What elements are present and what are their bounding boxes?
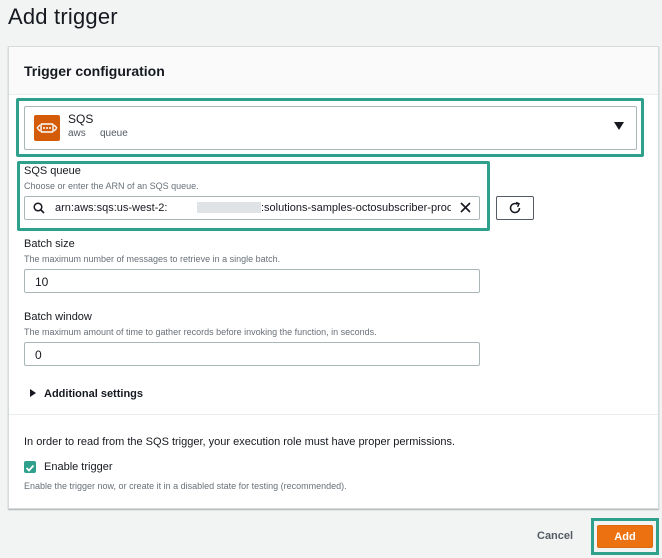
trigger-name: SQS xyxy=(68,112,94,126)
sqs-queue-label: SQS queue xyxy=(24,165,81,177)
chevron-down-icon xyxy=(614,122,624,130)
redaction-block xyxy=(197,202,261,213)
check-icon xyxy=(25,464,35,472)
enable-trigger-description: Enable the trigger now, or create it in … xyxy=(24,481,347,491)
cancel-button[interactable]: Cancel xyxy=(537,530,573,542)
batch-size-input[interactable]: 10 xyxy=(24,269,480,293)
sqs-queue-description: Choose or enter the ARN of an SQS queue. xyxy=(24,181,199,191)
add-button-highlight: Add xyxy=(591,518,659,555)
batch-size-description: The maximum number of messages to retrie… xyxy=(24,254,281,264)
add-button[interactable]: Add xyxy=(597,525,653,548)
trigger-tag-aws: aws xyxy=(68,128,86,139)
batch-window-description: The maximum amount of time to gather rec… xyxy=(24,327,377,337)
sqs-icon xyxy=(34,115,60,141)
search-icon xyxy=(33,202,45,214)
batch-window-input[interactable]: 0 xyxy=(24,342,480,366)
sqs-queue-arn-suffix: :solutions-samples-octosubscriber-produ xyxy=(261,202,451,214)
trigger-tag-queue: queue xyxy=(100,128,128,139)
close-icon[interactable] xyxy=(460,202,471,213)
sqs-queue-arn-prefix: arn:aws:sqs:us-west-2: xyxy=(55,202,168,214)
panel-divider xyxy=(9,414,658,415)
trigger-select[interactable]: SQS aws queue xyxy=(24,106,637,150)
panel-title: Trigger configuration xyxy=(24,63,165,79)
refresh-icon xyxy=(509,201,521,214)
batch-size-label: Batch size xyxy=(24,238,75,250)
additional-settings-toggle[interactable]: Additional settings xyxy=(44,388,143,400)
batch-window-label: Batch window xyxy=(24,311,92,323)
permissions-note: In order to read from the SQS trigger, y… xyxy=(24,436,456,448)
sqs-queue-search-input[interactable]: arn:aws:sqs:us-west-2: :solutions-sample… xyxy=(24,196,480,220)
enable-trigger-label: Enable trigger xyxy=(44,461,113,473)
refresh-button[interactable] xyxy=(496,196,534,220)
page-title: Add trigger xyxy=(8,4,118,29)
enable-trigger-checkbox[interactable] xyxy=(24,461,36,473)
panel-header: Trigger configuration xyxy=(9,47,658,95)
additional-settings-caret-icon xyxy=(30,389,36,397)
